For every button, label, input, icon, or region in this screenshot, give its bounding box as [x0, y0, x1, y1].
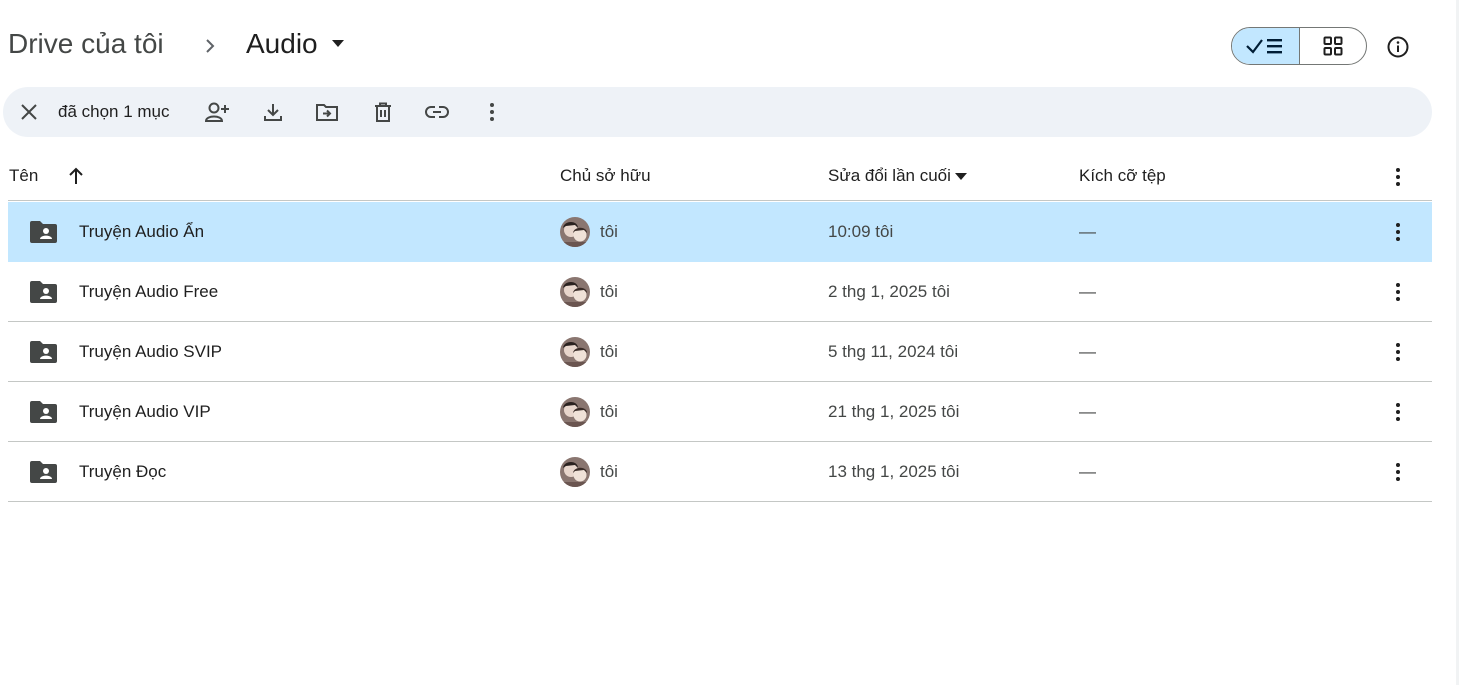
grid-view-button[interactable]: [1298, 28, 1367, 64]
row-more-button[interactable]: [1388, 460, 1408, 484]
owner-label: tôi: [600, 462, 618, 481]
delete-button[interactable]: [370, 99, 396, 125]
share-button[interactable]: [204, 99, 230, 125]
header: Drive của tôi Audio: [0, 0, 1440, 86]
column-modified-header[interactable]: Sửa đổi lần cuối: [828, 166, 967, 186]
avatar: [560, 337, 590, 367]
table-row[interactable]: Truyện Audio Free tôi 2 thg 1, 2025 tôi …: [8, 262, 1432, 322]
table-row[interactable]: Truyện Audio SVIP tôi 5 thg 11, 2024 tôi…: [8, 322, 1432, 382]
selection-action-bar: đã chọn 1 mục: [3, 87, 1432, 137]
check-list-icon: [1246, 39, 1283, 54]
more-actions-button[interactable]: [479, 99, 505, 125]
file-size: —: [1079, 402, 1096, 421]
person-add-icon: [204, 102, 229, 122]
avatar: [560, 457, 590, 487]
breadcrumb-root[interactable]: Drive của tôi: [8, 28, 164, 60]
shared-folder-icon: [30, 341, 57, 363]
grid-icon: [1323, 36, 1343, 56]
file-size: —: [1079, 222, 1096, 241]
column-name-header[interactable]: Tên: [9, 166, 38, 186]
more-vert-icon: [1396, 403, 1400, 421]
file-name: Truyện Audio Free: [79, 282, 219, 301]
owner-label: tôi: [600, 222, 618, 241]
table-row[interactable]: Truyện Đọc tôi 13 thg 1, 2025 tôi —: [8, 442, 1432, 502]
caret-down-icon: [331, 40, 344, 47]
arrow-up-icon[interactable]: [68, 167, 84, 185]
clear-selection-button[interactable]: [16, 99, 42, 125]
column-owner-header[interactable]: Chủ sở hữu: [560, 166, 651, 186]
file-name: Truyện Đọc: [79, 462, 167, 481]
selection-count: đã chọn 1 mục: [58, 102, 170, 121]
close-icon: [21, 104, 37, 120]
avatar: [560, 397, 590, 427]
folder-move-icon: [316, 104, 338, 121]
file-size: —: [1079, 462, 1096, 481]
view-toggle: [1231, 27, 1367, 65]
breadcrumb-current-label: Audio: [246, 28, 318, 59]
column-size-header[interactable]: Kích cỡ tệp: [1079, 166, 1166, 186]
more-vert-icon: [1396, 168, 1400, 186]
shared-folder-icon: [30, 221, 57, 243]
shared-folder-icon: [30, 401, 57, 423]
row-more-button[interactable]: [1388, 400, 1408, 424]
more-vert-icon: [1396, 343, 1400, 361]
file-name: Truyện Audio Ẩn: [79, 222, 205, 241]
copy-link-button[interactable]: [424, 99, 450, 125]
file-name: Truyện Audio VIP: [79, 402, 211, 421]
last-modified: 2 thg 1, 2025 tôi: [828, 282, 950, 301]
file-size: —: [1079, 342, 1096, 361]
more-vert-icon: [490, 103, 494, 121]
owner-label: tôi: [600, 402, 618, 421]
list-view-button[interactable]: [1232, 28, 1299, 64]
table-row[interactable]: Truyện Audio Ẩn tôi 10:09 tôi —: [8, 202, 1432, 262]
details-button[interactable]: [1383, 32, 1413, 62]
shared-folder-icon: [30, 281, 57, 303]
info-icon: [1387, 36, 1409, 58]
move-button[interactable]: [314, 99, 340, 125]
download-icon: [264, 104, 282, 121]
last-modified: 21 thg 1, 2025 tôi: [828, 402, 960, 421]
row-more-button[interactable]: [1388, 280, 1408, 304]
column-modified-label: Sửa đổi lần cuối: [828, 166, 951, 185]
caret-down-icon: [954, 172, 967, 180]
owner-label: tôi: [600, 342, 618, 361]
more-vert-icon: [1396, 223, 1400, 241]
avatar: [560, 277, 590, 307]
row-more-button[interactable]: [1388, 340, 1408, 364]
column-options-button[interactable]: [1388, 165, 1408, 189]
breadcrumb-current[interactable]: Audio: [246, 28, 344, 60]
more-vert-icon: [1396, 463, 1400, 481]
shared-folder-icon: [30, 461, 57, 483]
file-size: —: [1079, 282, 1096, 301]
last-modified: 13 thg 1, 2025 tôi: [828, 462, 960, 481]
link-icon: [425, 106, 449, 118]
download-button[interactable]: [260, 99, 286, 125]
last-modified: 10:09 tôi: [828, 222, 894, 241]
last-modified: 5 thg 11, 2024 tôi: [828, 342, 959, 361]
trash-icon: [375, 102, 391, 122]
more-vert-icon: [1396, 283, 1400, 301]
avatar: [560, 217, 590, 247]
table-header: Tên Chủ sở hữu Sửa đổi lần cuối Kích cỡ …: [8, 152, 1432, 201]
owner-label: tôi: [600, 282, 618, 301]
row-more-button[interactable]: [1388, 220, 1408, 244]
table-row[interactable]: Truyện Audio VIP tôi 21 thg 1, 2025 tôi …: [8, 382, 1432, 442]
file-name: Truyện Audio SVIP: [79, 342, 223, 361]
chevron-right-icon: [206, 39, 215, 53]
